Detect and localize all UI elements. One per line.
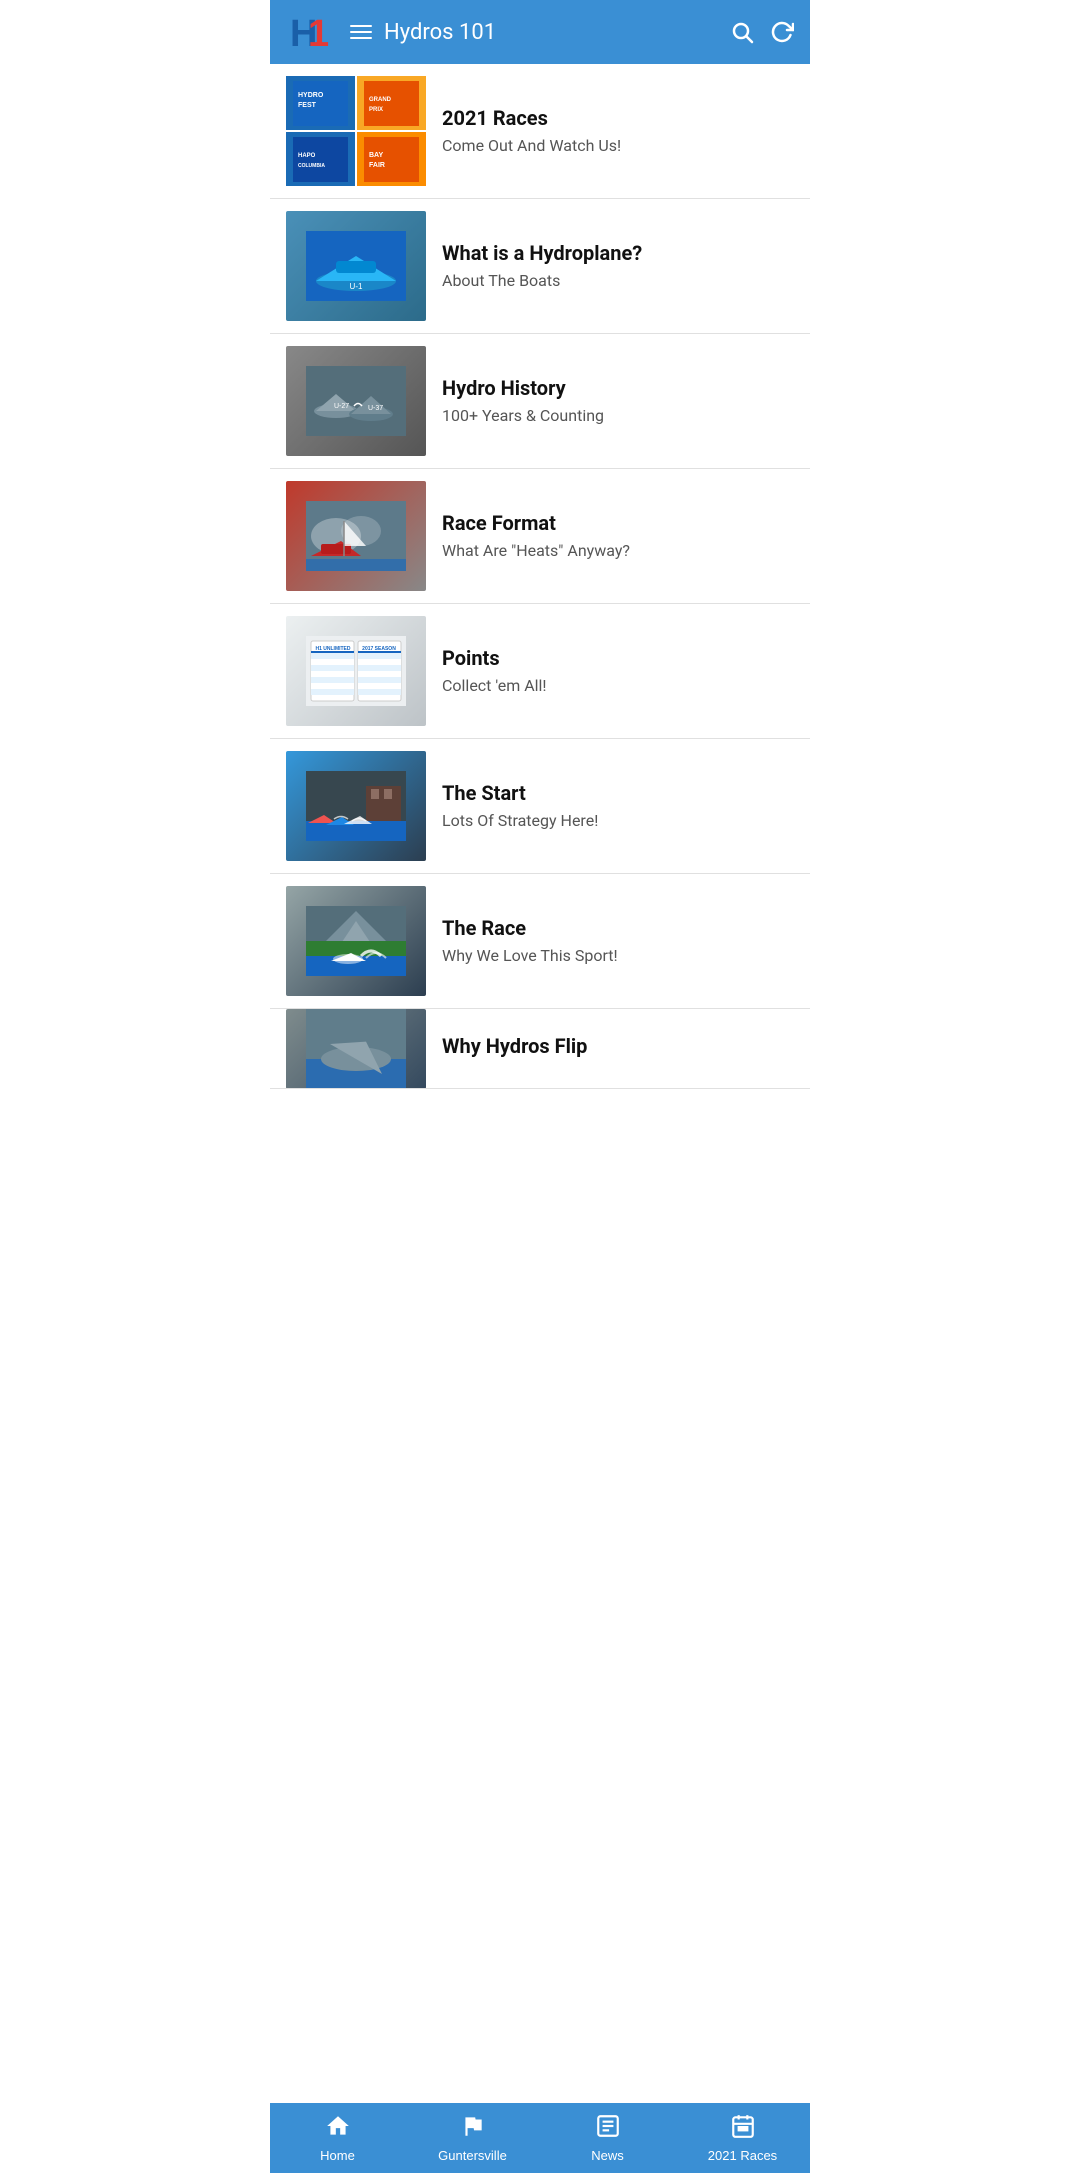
nav-2021-races-label: 2021 Races	[708, 2148, 777, 2163]
item-title: What is a Hydroplane?	[442, 241, 794, 265]
list-item[interactable]: H1 UNLIMITED 2017 SEASON	[270, 604, 810, 739]
item-image-multi: HYDRO FEST GRAND PRIX HAPO COLUMBIA	[286, 76, 426, 186]
content-list: HYDRO FEST GRAND PRIX HAPO COLUMBIA	[270, 64, 810, 2173]
flag-icon	[460, 2113, 486, 2144]
item-title: 2021 Races	[442, 106, 794, 130]
item-subtitle: About The Boats	[442, 271, 794, 292]
item-title: The Start	[442, 781, 794, 805]
svg-text:GRAND: GRAND	[369, 97, 392, 103]
menu-icon[interactable]	[350, 25, 372, 39]
nav-guntersville[interactable]: Guntersville	[405, 2103, 540, 2173]
item-title: Why Hydros Flip	[442, 1034, 794, 1058]
header-title: Hydros 101	[384, 20, 730, 45]
list-item[interactable]: Why Hydros Flip	[270, 1009, 810, 1089]
svg-text:FEST: FEST	[298, 102, 317, 109]
item-text: Points Collect 'em All!	[442, 646, 794, 697]
item-subtitle: Why We Love This Sport!	[442, 946, 794, 967]
svg-text:HYDRO: HYDRO	[298, 92, 324, 99]
bottom-navigation: Home Guntersville News	[270, 2103, 810, 2173]
svg-text:HAPO: HAPO	[298, 153, 316, 159]
list-item[interactable]: The Race Why We Love This Sport!	[270, 874, 810, 1009]
svg-text:U-1: U-1	[350, 282, 363, 291]
svg-text:BAY: BAY	[369, 152, 383, 159]
item-title: The Race	[442, 916, 794, 940]
app-logo: H 1	[286, 6, 338, 58]
list-item[interactable]: HYDRO FEST GRAND PRIX HAPO COLUMBIA	[270, 64, 810, 199]
item-image: U-1	[286, 211, 426, 321]
calendar-icon	[730, 2113, 756, 2144]
item-subtitle: What Are "Heats" Anyway?	[442, 541, 794, 562]
item-text: The Start Lots Of Strategy Here!	[442, 781, 794, 832]
nav-news[interactable]: News	[540, 2103, 675, 2173]
item-text: Hydro History 100+ Years & Counting	[442, 376, 794, 427]
refresh-button[interactable]	[770, 20, 794, 44]
item-title: Points	[442, 646, 794, 670]
header-actions	[730, 20, 794, 44]
item-image	[286, 886, 426, 996]
item-image	[286, 481, 426, 591]
item-image	[286, 1009, 426, 1089]
item-title: Hydro History	[442, 376, 794, 400]
item-text: What is a Hydroplane? About The Boats	[442, 241, 794, 292]
svg-text:PRIX: PRIX	[369, 107, 383, 113]
svg-text:1: 1	[308, 13, 329, 55]
list-item[interactable]: The Start Lots Of Strategy Here!	[270, 739, 810, 874]
item-image	[286, 751, 426, 861]
home-icon	[325, 2113, 351, 2144]
nav-2021-races[interactable]: 2021 Races	[675, 2103, 810, 2173]
item-text: Race Format What Are "Heats" Anyway?	[442, 511, 794, 562]
item-subtitle: Collect 'em All!	[442, 676, 794, 697]
search-button[interactable]	[730, 20, 754, 44]
item-text: 2021 Races Come Out And Watch Us!	[442, 106, 794, 157]
svg-text:U-27: U-27	[334, 403, 349, 410]
item-text: The Race Why We Love This Sport!	[442, 916, 794, 967]
list-item[interactable]: Race Format What Are "Heats" Anyway?	[270, 469, 810, 604]
item-text: Why Hydros Flip	[442, 1034, 794, 1064]
nav-guntersville-label: Guntersville	[438, 2148, 507, 2163]
app-header: H 1 Hydros 101	[270, 0, 810, 64]
item-title: Race Format	[442, 511, 794, 535]
item-image: H1 UNLIMITED 2017 SEASON	[286, 616, 426, 726]
item-subtitle: Lots Of Strategy Here!	[442, 811, 794, 832]
item-subtitle: Come Out And Watch Us!	[442, 136, 794, 157]
nav-news-label: News	[591, 2148, 624, 2163]
list-item[interactable]: U-1 What is a Hydroplane? About The Boat…	[270, 199, 810, 334]
item-image: U-27 U-37	[286, 346, 426, 456]
svg-text:COLUMBIA: COLUMBIA	[298, 163, 325, 169]
svg-text:FAIR: FAIR	[369, 162, 385, 169]
list-item[interactable]: U-27 U-37 Hydro History 100+ Years & Cou…	[270, 334, 810, 469]
nav-home[interactable]: Home	[270, 2103, 405, 2173]
news-icon	[595, 2113, 621, 2144]
svg-text:U-37: U-37	[368, 405, 383, 412]
nav-home-label: Home	[320, 2148, 355, 2163]
item-subtitle: 100+ Years & Counting	[442, 406, 794, 427]
